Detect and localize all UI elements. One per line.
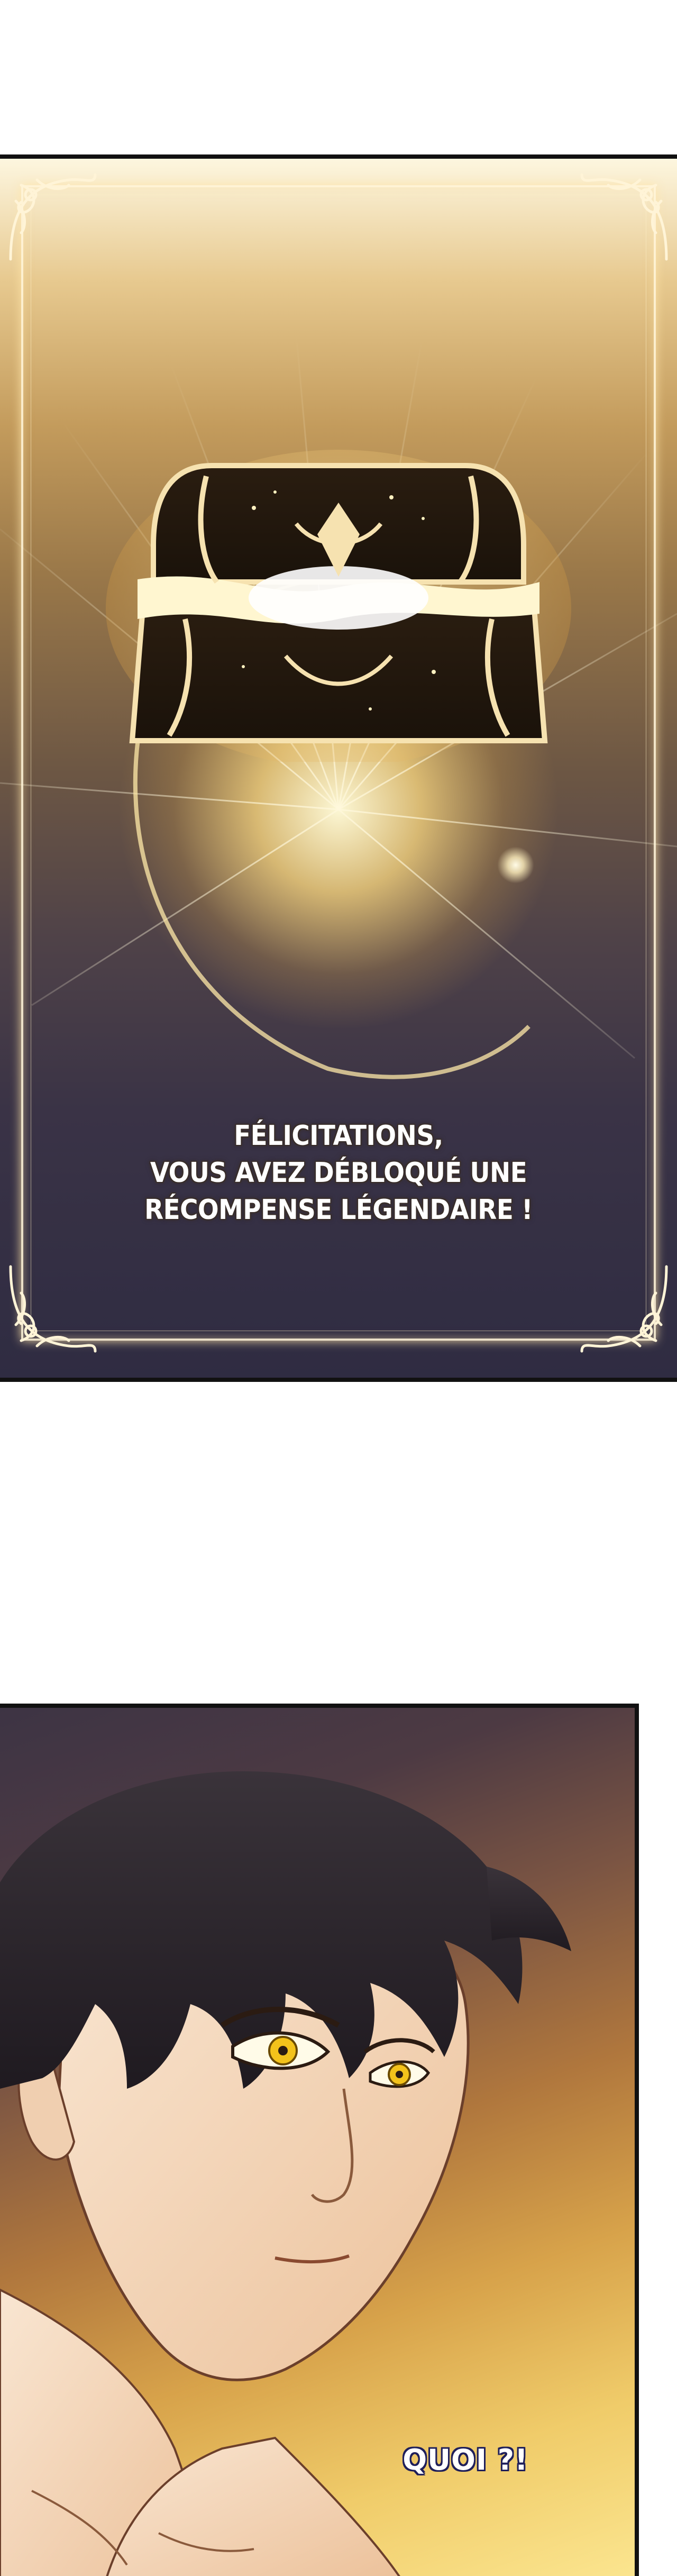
system-reward-message: FÉLICITATIONS, VOUS AVEZ DÉBLOQUÉ UNE RÉ… [74,1117,603,1228]
character-portrait [0,1771,571,2576]
sparkle-icon [497,846,534,884]
legendary-reward-panel: FÉLICITATIONS, VOUS AVEZ DÉBLOQUÉ UNE RÉ… [0,154,677,1382]
frame-corner-icon [580,1265,668,1353]
speech-text: QUOI ?! [402,2443,528,2477]
message-line: VOUS AVEZ DÉBLOQUÉ UNE [150,1157,527,1189]
frame-corner-icon [9,173,97,261]
message-line: FÉLICITATIONS, [234,1120,443,1152]
message-line: RÉCOMPENSE LÉGENDAIRE ! [144,1194,533,1226]
frame-corner-icon [9,1265,97,1353]
frame-corner-icon [580,173,668,261]
character-reaction-panel [0,1704,639,2576]
legendary-chest-icon [106,450,571,762]
